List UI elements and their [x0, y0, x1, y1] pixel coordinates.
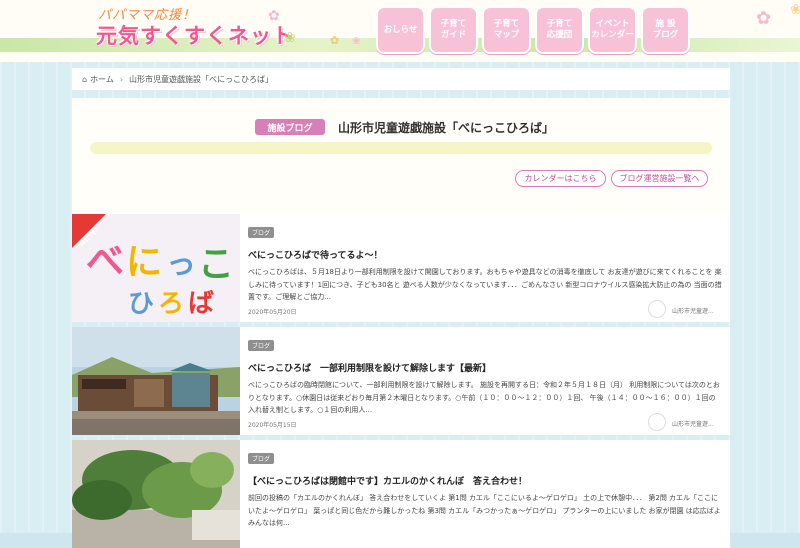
blog-post-card[interactable]: ブログ 【べにっこひろばは閉館中です】カエルのかくれんぼ 答え合わせ！ 前回の投…	[72, 440, 730, 548]
post-body: ブログ べにっこひろばで待ってるよ～！ べにっこひろばは、５月18日より一部利用…	[248, 220, 722, 303]
post-excerpt: 前回の投稿の「カエルのかくれんぼ」 答え合わせをしていくよ 第1問 カエル「ここ…	[248, 494, 721, 527]
flower-icon: ✿	[756, 8, 772, 29]
post-title[interactable]: べにっこひろば 一部利用制限を設けて解除します【最新】	[248, 361, 722, 374]
post-date: 2020年05月20日	[248, 309, 297, 316]
svg-text:ろ: ろ	[158, 289, 184, 319]
nav-news[interactable]: おしらせ	[376, 6, 425, 54]
page-title: 山形市児童遊戯施設「べにっこひろば」	[338, 121, 555, 135]
post-body: ブログ べにっこひろば 一部利用制限を設けて解除します【最新】 べにっこひろばの…	[248, 333, 722, 416]
highlight-bar	[90, 142, 712, 154]
nav-parenting-map[interactable]: 子育て マップ	[482, 6, 531, 54]
breadcrumb-current: 山形市児童遊戯施設「べにっこひろば」	[129, 74, 274, 84]
home-icon[interactable]: ⌂	[82, 75, 87, 84]
blog-post-card[interactable]: ブログ べにっこひろば 一部利用制限を設けて解除します【最新】 べにっこひろばの…	[72, 327, 730, 435]
nav-parenting-guide[interactable]: 子育て ガイド	[429, 6, 478, 54]
breadcrumb-home[interactable]: ホーム	[90, 74, 114, 85]
benikko-logo-thumbnail: NEW! べ に っ こ ひ ろ ば	[72, 214, 240, 322]
flower-icon: ✿	[268, 8, 280, 24]
post-tag: ブログ	[248, 453, 275, 464]
post-author[interactable]: 山形市児童遊...	[672, 419, 714, 428]
post-thumbnail[interactable]	[72, 440, 240, 548]
breadcrumb: ⌂ ホーム › 山形市児童遊戯施設「べにっこひろば」	[72, 68, 730, 90]
post-date: 2020年05月15日	[248, 422, 297, 429]
site-logo[interactable]: 元気すくすくネット	[96, 20, 294, 50]
post-title[interactable]: 【べにっこひろばは閉館中です】カエルのかくれんぼ 答え合わせ！	[248, 474, 722, 487]
flower-icon: ❀	[284, 30, 296, 46]
svg-text:に: に	[126, 242, 162, 283]
post-thumbnail[interactable]	[72, 327, 240, 435]
plant-photo	[72, 440, 240, 548]
nav-event-calendar[interactable]: イベント カレンダー	[588, 6, 637, 54]
post-thumbnail[interactable]: NEW! べ に っ こ ひ ろ ば	[72, 214, 240, 322]
post-tag: ブログ	[248, 340, 275, 351]
flower-icon: ❀	[790, 2, 800, 18]
post-author[interactable]: 山形市児童遊...	[672, 306, 714, 315]
post-title[interactable]: べにっこひろばで待ってるよ～！	[248, 248, 722, 261]
facility-photo	[72, 327, 240, 435]
nav-facility-blog[interactable]: 施 設 ブログ	[641, 6, 690, 54]
post-excerpt: べにっこひろばは、５月18日より一部利用制限を設けて開園しております。おもちゃや…	[248, 268, 722, 301]
flower-icon: ❀	[352, 36, 361, 47]
flower-icon: ✿	[330, 34, 340, 47]
svg-text:べ: べ	[86, 239, 124, 283]
breadcrumb-separator-icon: ›	[119, 74, 124, 84]
main-navigation: おしらせ 子育て ガイド 子育て マップ 子育て 応援団 イベント カレンダー …	[376, 6, 690, 54]
author-avatar	[648, 413, 666, 431]
facility-list-button[interactable]: ブログ運営施設一覧へ	[611, 170, 708, 187]
calendar-button[interactable]: カレンダーはこちら	[515, 170, 606, 187]
svg-text:ひ: ひ	[128, 289, 154, 319]
nav-support-group[interactable]: 子育て 応援団	[535, 6, 584, 54]
author-avatar	[648, 300, 666, 318]
site-header: パパママ応援！ 元気すくすくネット ✿ ❀ ✿ ❀ ✿ ❀ おしらせ 子育て ガ…	[0, 0, 800, 62]
svg-text:ば: ば	[188, 289, 214, 319]
post-excerpt: べにっこひろばの臨時閉館について、一部利用制限を設けて解除します。 施設を再開す…	[248, 381, 722, 414]
svg-text:こ: こ	[198, 244, 234, 285]
category-badge: 施設ブログ	[255, 119, 325, 135]
main-content: ⌂ ホーム › 山形市児童遊戯施設「べにっこひろば」 施設ブログ 山形市児童遊戯…	[72, 68, 730, 548]
blog-post-card[interactable]: NEW! べ に っ こ ひ ろ ば ブログ べにっこひろばで待ってるよ～！ べ…	[72, 214, 730, 322]
svg-text:っ: っ	[166, 247, 196, 282]
post-body: ブログ 【べにっこひろばは閉館中です】カエルのかくれんぼ 答え合わせ！ 前回の投…	[248, 446, 722, 529]
post-tag: ブログ	[248, 227, 275, 238]
